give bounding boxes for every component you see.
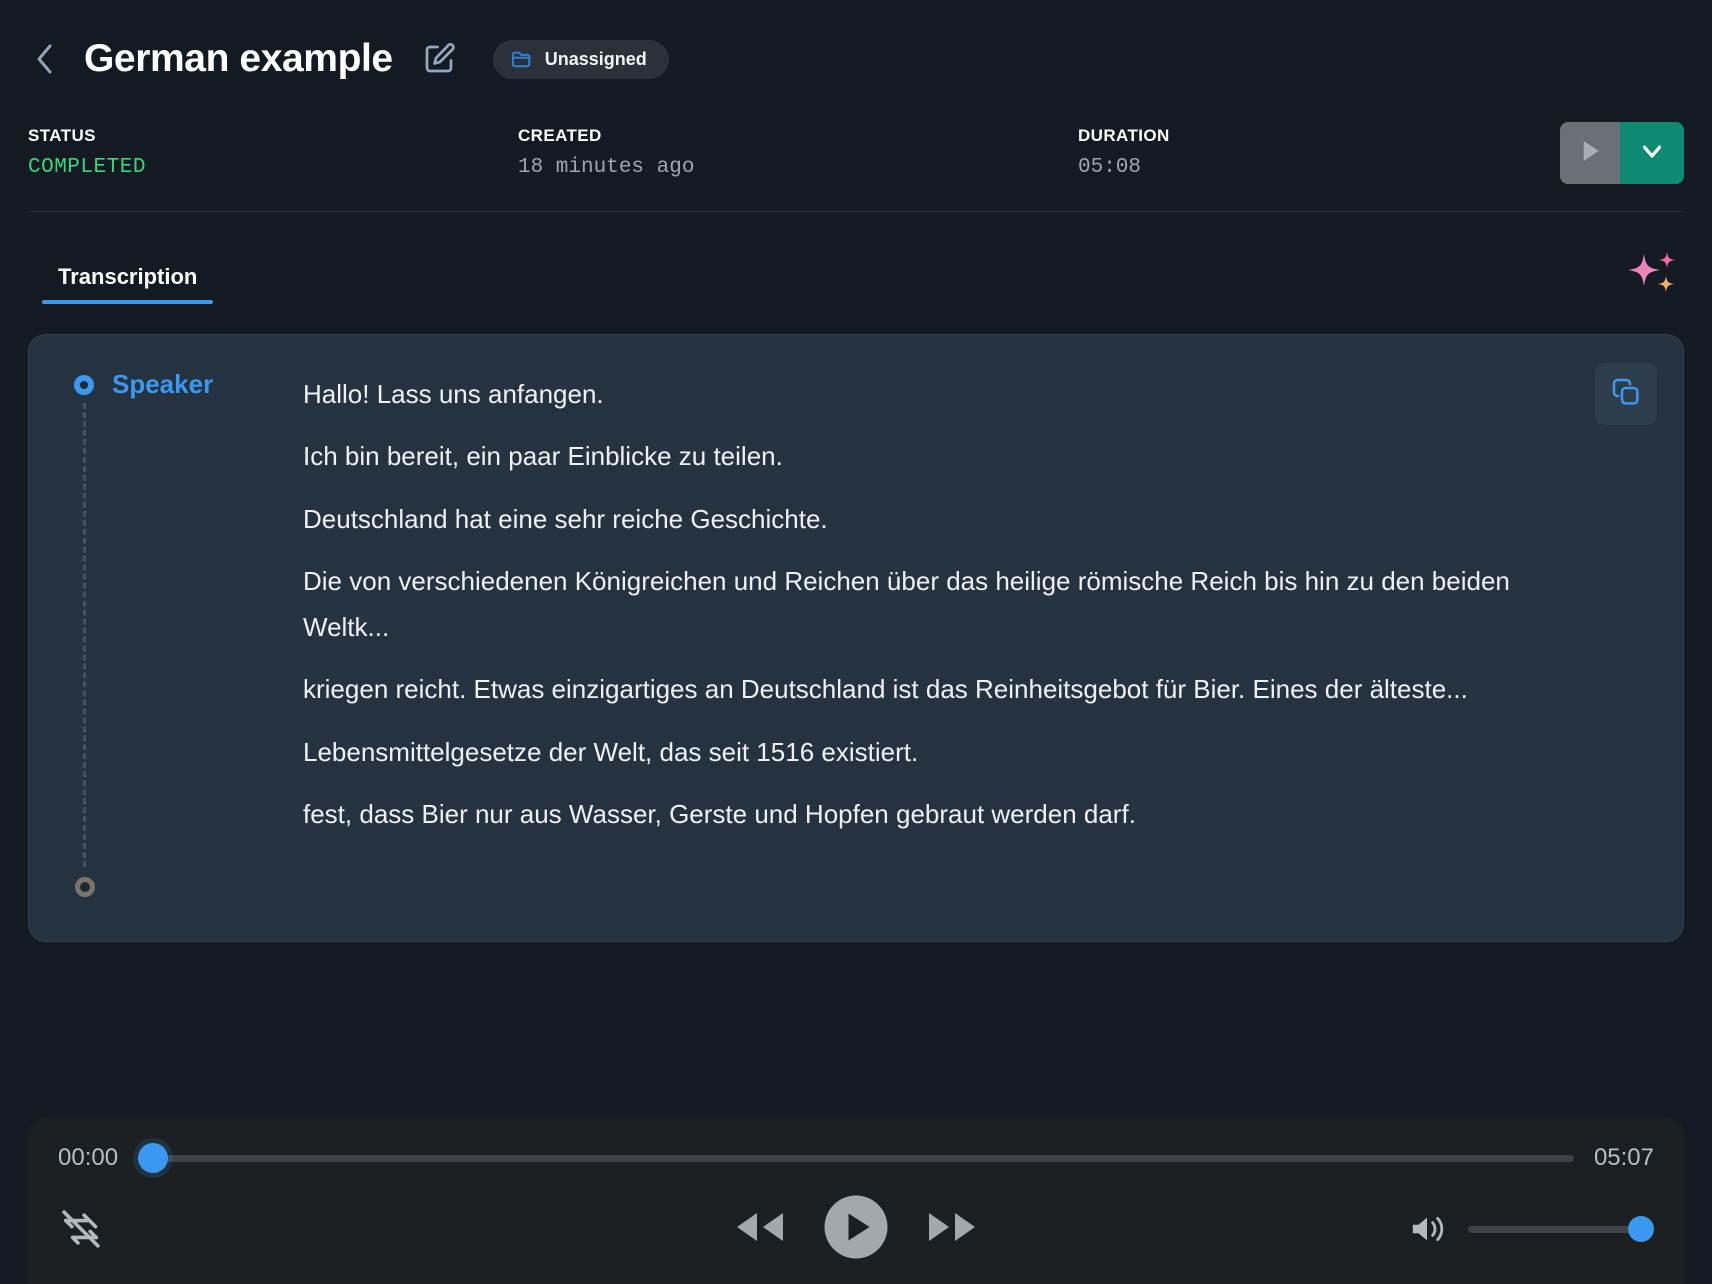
controls-row — [58, 1194, 1654, 1264]
folder-assignment-chip[interactable]: Unassigned — [492, 39, 669, 79]
duration-value: 05:08 — [1078, 156, 1142, 179]
ai-assist-button[interactable] — [1622, 236, 1684, 298]
header-actions-dropdown-button[interactable] — [1620, 122, 1684, 184]
volume-button[interactable] — [1408, 1212, 1446, 1246]
seek-slider[interactable] — [138, 1143, 1574, 1173]
meta-duration: DURATION 05:08 — [1078, 126, 1498, 179]
meta-strip: STATUS COMPLETED CREATED 18 minutes ago … — [28, 122, 1684, 211]
current-time-label: 00:00 — [58, 1144, 119, 1171]
play-button[interactable] — [823, 1194, 889, 1265]
page-title: German example — [84, 37, 393, 80]
seek-thumb[interactable] — [138, 1143, 169, 1173]
audio-player: 00:00 05:07 — [28, 1118, 1684, 1284]
transcript-line[interactable]: kriegen reicht. Etwas einzigartiges an D… — [303, 666, 1531, 712]
status-label: STATUS — [28, 126, 96, 145]
copy-icon — [1610, 376, 1642, 413]
playback-controls — [731, 1194, 981, 1265]
play-icon — [1575, 136, 1605, 171]
chevron-down-icon — [1637, 136, 1667, 171]
speaker-end-marker-icon — [75, 877, 95, 897]
play-circle-icon — [823, 1194, 889, 1265]
back-button[interactable] — [28, 39, 62, 79]
transcript-line[interactable]: Deutschland hat eine sehr reiche Geschic… — [303, 496, 1531, 542]
transcript-lines: Hallo! Lass uns anfangen. Ich bin bereit… — [303, 369, 1651, 907]
header-action-group — [1560, 122, 1684, 184]
chevron-left-icon — [32, 42, 58, 76]
speaker-column: Speaker — [63, 369, 303, 907]
folder-icon — [511, 49, 533, 69]
pencil-edit-icon — [421, 42, 457, 81]
meta-status: STATUS COMPLETED — [28, 126, 518, 179]
tab-list: Transcription — [28, 212, 214, 304]
transcript-card: Speaker Hallo! Lass uns anfangen. Ich bi… — [28, 334, 1684, 942]
folder-chip-label: Unassigned — [544, 48, 647, 69]
transcript-line[interactable]: Hallo! Lass uns anfangen. — [303, 371, 1531, 417]
duration-label: DURATION — [1078, 126, 1170, 145]
created-value: 18 minutes ago — [518, 156, 695, 179]
volume-up-icon — [1408, 1216, 1446, 1250]
total-time-label: 05:07 — [1593, 1144, 1654, 1171]
transcript-line[interactable]: Lebensmittelgesetze der Welt, das seit 1… — [303, 729, 1531, 775]
transcript-line[interactable]: Ich bin bereit, ein paar Einblicke zu te… — [303, 433, 1531, 479]
sparkles-icon — [1622, 252, 1684, 302]
copy-transcript-button[interactable] — [1595, 363, 1657, 425]
volume-track[interactable] — [1468, 1225, 1654, 1233]
progress-row: 00:00 05:07 — [58, 1143, 1654, 1173]
edit-title-button[interactable] — [421, 41, 457, 77]
speaker-timeline-line — [83, 403, 86, 867]
transcript-line[interactable]: fest, dass Bier nur aus Wasser, Gerste u… — [303, 791, 1531, 837]
volume-slider[interactable] — [1468, 1216, 1654, 1242]
tab-transcription-label: Transcription — [58, 264, 198, 289]
transcript-line[interactable]: Die von verschiedenen Königreichen und R… — [303, 558, 1531, 651]
status-badge: COMPLETED — [28, 156, 146, 179]
page-header: German example Unassigned STATUS COMPLET… — [0, 0, 1712, 211]
rewind-icon — [731, 1207, 787, 1252]
fast-forward-icon — [925, 1207, 981, 1252]
recording-detail-page: German example Unassigned STATUS COMPLET… — [0, 0, 1712, 1284]
rewind-button[interactable] — [731, 1207, 787, 1252]
speaker-header[interactable]: Speaker — [63, 369, 303, 400]
created-label: CREATED — [518, 126, 602, 145]
seek-track[interactable] — [138, 1154, 1574, 1162]
fast-forward-button[interactable] — [925, 1207, 981, 1252]
title-row: German example Unassigned — [28, 28, 1684, 90]
header-play-button[interactable] — [1560, 122, 1620, 184]
volume-thumb[interactable] — [1628, 1216, 1654, 1242]
speaker-label: Speaker — [112, 369, 214, 399]
tab-bar: Transcription — [28, 212, 1684, 304]
speaker-start-marker-icon — [74, 374, 94, 395]
tab-transcription[interactable]: Transcription — [42, 264, 214, 304]
repeat-off-icon — [58, 1210, 104, 1255]
repeat-toggle-button[interactable] — [58, 1207, 104, 1251]
volume-control — [1408, 1212, 1654, 1246]
meta-created: CREATED 18 minutes ago — [518, 126, 1078, 179]
